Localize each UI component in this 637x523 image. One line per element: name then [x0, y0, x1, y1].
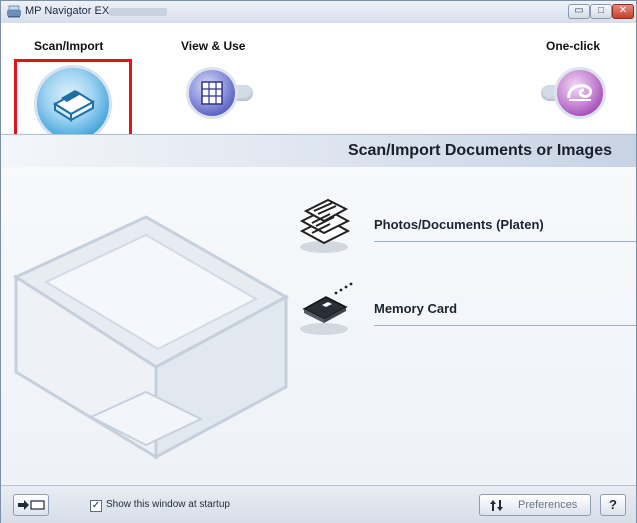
preferences-button[interactable]: Preferences: [479, 494, 591, 516]
help-button[interactable]: ?: [600, 494, 626, 516]
window-title: MP Navigator EX: [25, 5, 110, 17]
action-memory-card[interactable]: Memory Card: [296, 279, 636, 339]
swirl-icon: [567, 84, 593, 101]
arrow-right-icon: [18, 500, 45, 510]
preferences-icon: [490, 500, 503, 511]
action-underline: [374, 325, 636, 326]
toggle-view-button[interactable]: [13, 494, 49, 516]
preferences-label: Preferences: [518, 499, 578, 511]
documents-stack-icon: [299, 198, 351, 253]
title-extra-text: [109, 8, 167, 16]
one-click-button[interactable]: [554, 67, 606, 119]
show-at-startup-checkbox[interactable]: ✓: [90, 500, 102, 512]
action-underline: [374, 241, 636, 242]
memory-card-icon: [300, 282, 353, 335]
section-title: Scan/Import Documents or Images: [347, 142, 612, 159]
view-use-button[interactable]: [186, 67, 238, 119]
mode-bar: Scan/Import View & Use One-click: [1, 23, 636, 188]
grid-icon: [201, 81, 223, 105]
mode-label-one-click: One-click: [546, 39, 601, 53]
content-area: Photos/Documents (Platen) Memory Card: [1, 167, 636, 484]
minimize-button[interactable]: ▭: [568, 4, 590, 19]
section-header: Scan/Import Documents or Images: [1, 134, 636, 168]
action-label-memory-card: Memory Card: [374, 301, 458, 316]
title-bar: MP Navigator EX ▭ □ ✕: [1, 1, 636, 24]
footer-bar: ✓ Show this window at startup Preference…: [1, 485, 636, 523]
action-photos-documents[interactable]: Photos/Documents (Platen): [296, 197, 636, 257]
mode-label-scan-import: Scan/Import: [34, 39, 104, 53]
mp-navigator-window: MP Navigator EX ▭ □ ✕ Scan/Import View &…: [0, 0, 637, 523]
mode-label-view-use: View & Use: [181, 39, 246, 53]
close-button[interactable]: ✕: [612, 4, 634, 19]
maximize-button[interactable]: □: [590, 4, 612, 19]
show-at-startup-label: Show this window at startup: [106, 499, 230, 510]
action-label-photos-documents: Photos/Documents (Platen): [374, 217, 544, 232]
app-icon: [7, 5, 21, 18]
scanner-background-illustration: [12, 215, 290, 460]
